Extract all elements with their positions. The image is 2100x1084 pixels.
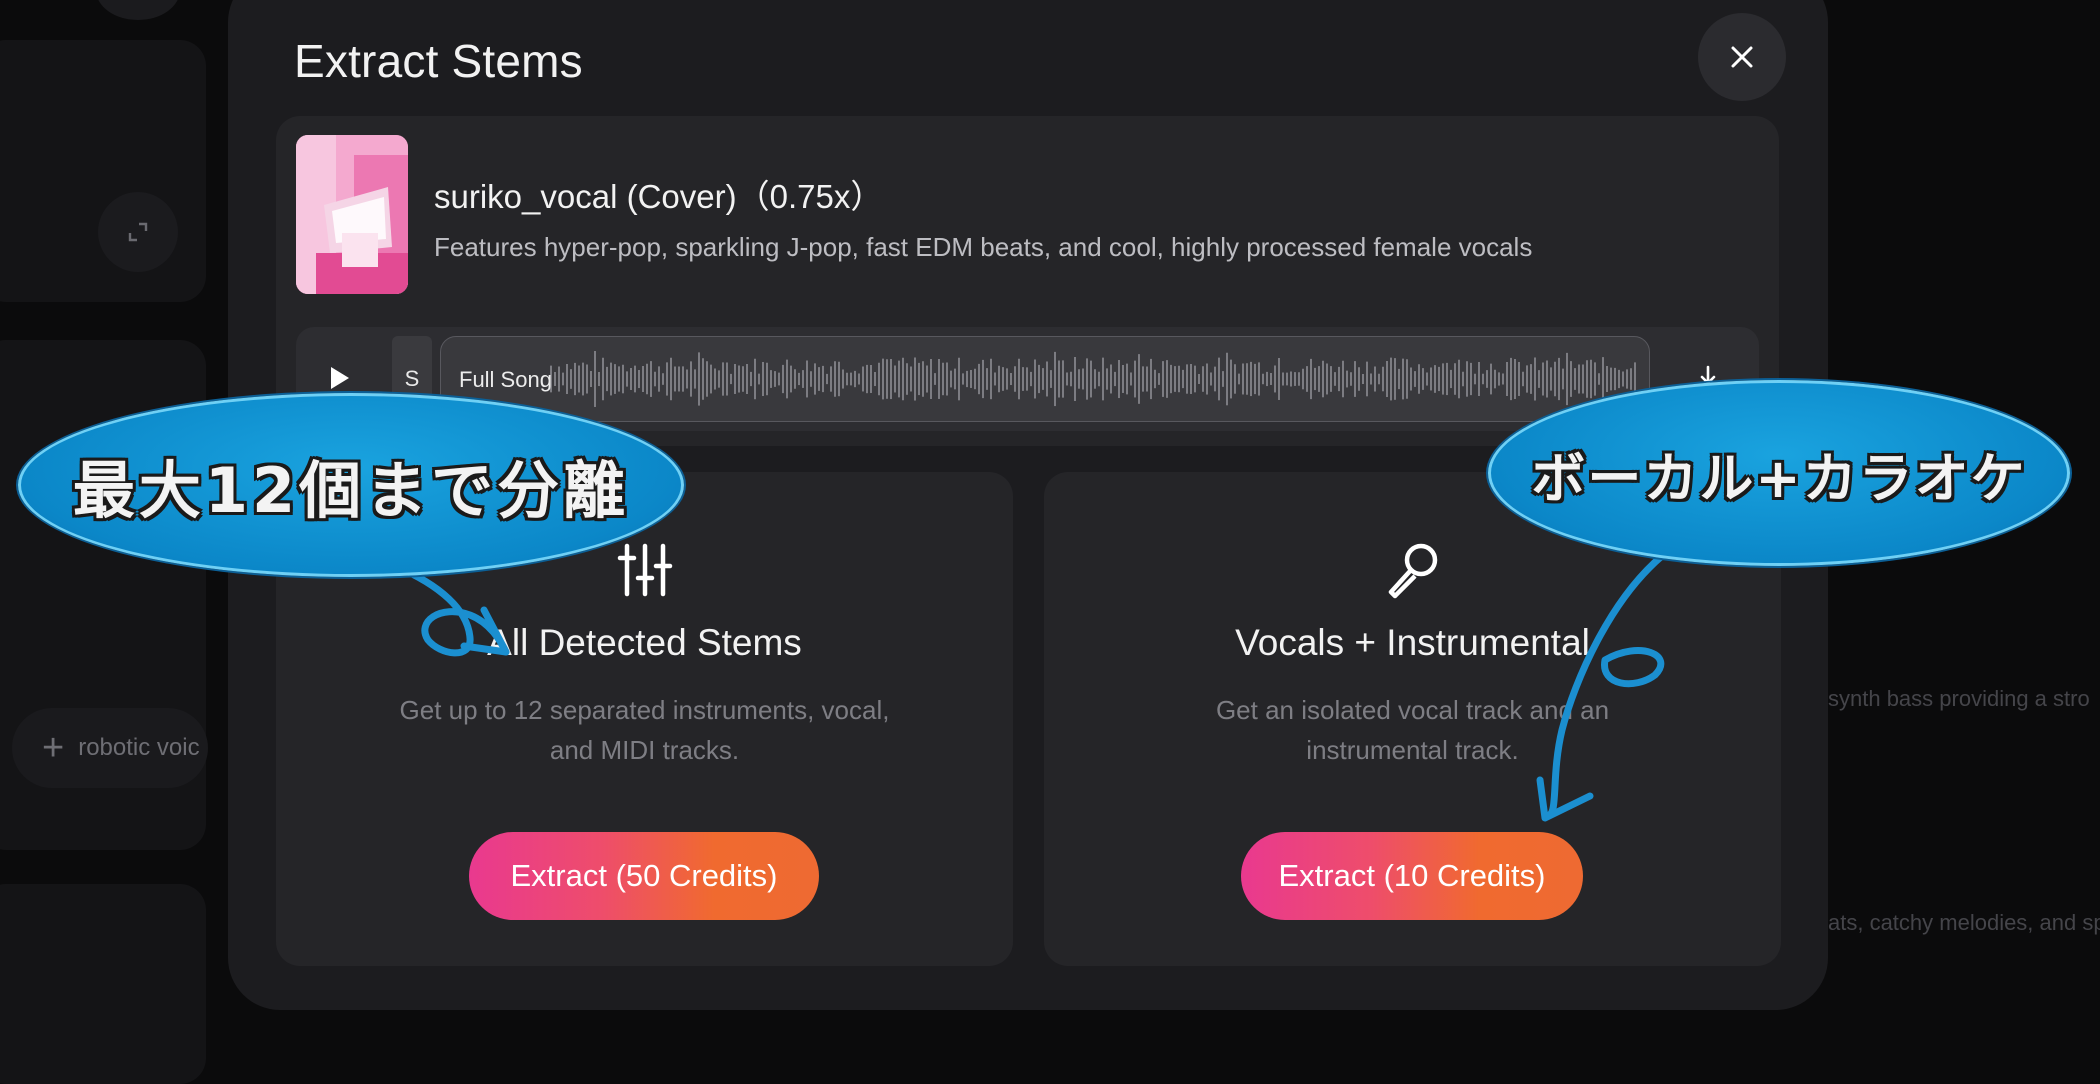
background-avatar — [96, 0, 180, 20]
song-card: suriko_vocal (Cover)（0.75x） Features hyp… — [276, 116, 1779, 446]
background-tag-chip[interactable]: + robotic voic — [12, 708, 208, 788]
annotation-text: ボーカル+カラオケ — [1531, 446, 2027, 510]
option-description: Get an isolated vocal track and an instr… — [1215, 695, 1610, 765]
expand-icon[interactable] — [98, 192, 178, 272]
cover-art — [296, 135, 408, 294]
background-description: ats, catchy melodies, and sp — [1828, 910, 2100, 935]
annotation-bubble-right: ボーカル+カラオケ — [1488, 380, 2070, 566]
sliders-icon — [617, 543, 672, 597]
extract-vocals-button[interactable]: Extract (10 Credits) — [1241, 832, 1583, 920]
plus-icon: + — [42, 727, 65, 769]
background-chip-label: robotic voic — [78, 734, 200, 761]
background-description: synth bass providing a stro — [1828, 686, 2090, 711]
dialog-title: Extract Stems — [294, 35, 583, 87]
track-label: Full Song — [459, 367, 552, 392]
waveform — [550, 351, 1636, 407]
background-card — [0, 884, 206, 1084]
option-title: All Detected Stems — [487, 622, 802, 663]
extract-all-stems-button[interactable]: Extract (50 Credits) — [469, 832, 819, 920]
background-card — [0, 40, 206, 302]
song-description: Features hyper-pop, sparkling J-pop, fas… — [434, 232, 1533, 262]
close-icon — [1731, 46, 1753, 68]
close-button[interactable] — [1698, 13, 1786, 101]
option-title: Vocals + Instrumental — [1235, 622, 1590, 663]
play-icon[interactable] — [324, 363, 354, 393]
waveform-track[interactable]: Full Song — [440, 336, 1650, 422]
annotation-bubble-left: 最大12個まで分離 — [18, 393, 684, 577]
microphone-icon — [1388, 543, 1437, 599]
annotation-text: 最大12個まで分離 — [72, 454, 630, 527]
option-description: Get up to 12 separated instruments, voca… — [399, 695, 890, 765]
song-title: suriko_vocal (Cover)（0.75x） — [434, 178, 884, 215]
